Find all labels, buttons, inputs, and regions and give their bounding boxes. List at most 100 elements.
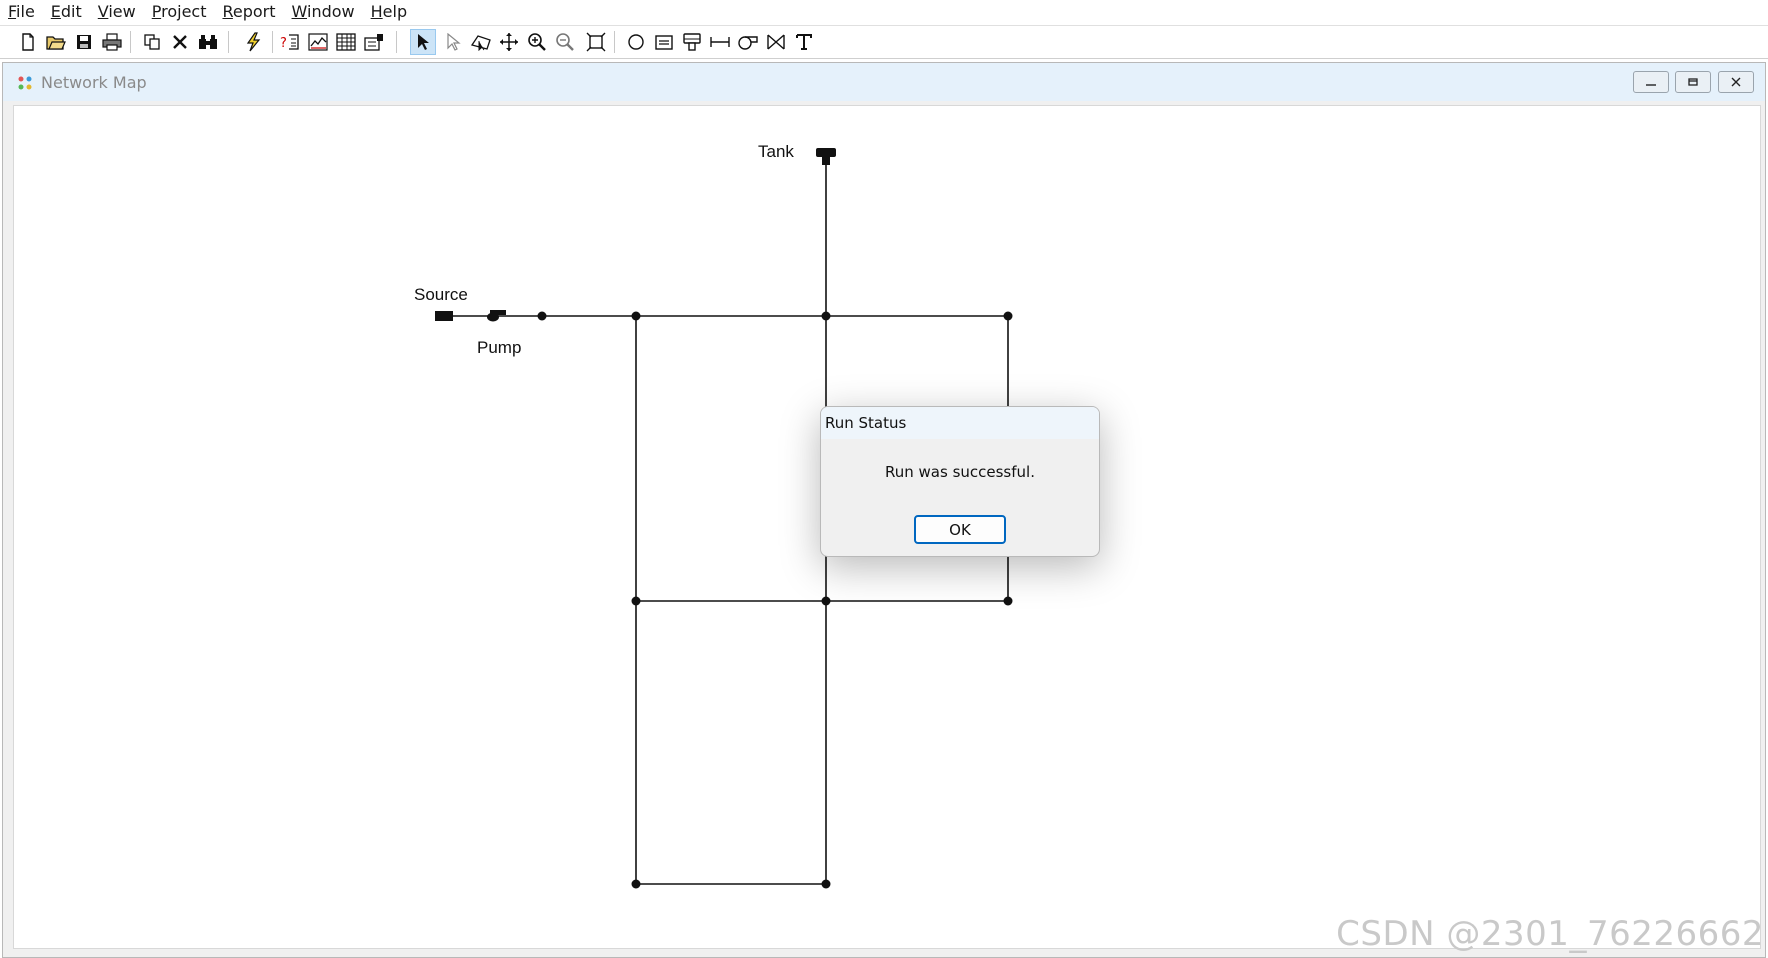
menu-window-mnemonic: W <box>291 2 307 21</box>
table-button[interactable] <box>333 29 359 55</box>
junction-node[interactable] <box>821 596 831 606</box>
menu-view[interactable]: View <box>90 0 144 24</box>
add-label-icon <box>796 34 812 50</box>
menu-help-mnemonic: H <box>370 2 383 21</box>
junction-node[interactable] <box>821 311 831 321</box>
toolbar-separator <box>228 31 229 53</box>
query-icon: ? <box>280 34 299 51</box>
minimize-button[interactable] <box>1633 71 1669 93</box>
menu-edit[interactable]: Edit <box>43 0 90 24</box>
pump-label: Pump <box>477 338 522 357</box>
window-title: Network Map <box>41 73 147 92</box>
query-button[interactable]: ? <box>277 29 303 55</box>
ok-button[interactable]: OK <box>914 515 1006 544</box>
watermark: CSDN @2301_76226662 <box>1336 914 1764 954</box>
add-pump-icon <box>738 36 758 50</box>
delete-button[interactable] <box>167 29 193 55</box>
zoom-in-icon <box>528 33 546 51</box>
svg-text:?: ? <box>280 36 287 51</box>
print-icon <box>102 33 122 51</box>
menu-window[interactable]: Window <box>284 0 363 24</box>
delete-icon <box>173 35 187 49</box>
run-button[interactable] <box>240 29 266 55</box>
junction-node[interactable] <box>1003 311 1013 321</box>
add-valve-icon <box>767 34 785 50</box>
full-extent-icon <box>586 32 606 52</box>
menu-report-label: eport <box>232 2 276 21</box>
tank-label: Tank <box>758 142 794 161</box>
add-label-button[interactable] <box>791 29 817 55</box>
add-tank-button[interactable] <box>679 29 705 55</box>
open-folder-icon <box>46 36 66 50</box>
pan-button[interactable] <box>496 29 522 55</box>
add-pipe-button[interactable] <box>707 29 733 55</box>
open-button[interactable] <box>43 29 69 55</box>
menu-help[interactable]: Help <box>363 0 415 24</box>
toolbar-separator <box>396 31 397 53</box>
toolbar-separator <box>614 31 615 53</box>
dialog-title: Run Status <box>825 414 907 432</box>
add-pump-button[interactable] <box>735 29 761 55</box>
add-junction-button[interactable] <box>623 29 649 55</box>
zoom-out-icon <box>556 33 574 51</box>
network-map-icon <box>18 76 32 90</box>
find-button[interactable] <box>195 29 221 55</box>
menu-project-mnemonic: P <box>151 2 162 21</box>
menu-project-label: roject <box>161 2 207 21</box>
menu-file[interactable]: File <box>0 0 43 24</box>
tank-node[interactable] <box>816 148 836 165</box>
menu-edit-label: dit <box>60 2 82 21</box>
options-icon <box>364 34 383 51</box>
junction-node[interactable] <box>631 596 641 606</box>
save-button[interactable] <box>71 29 97 55</box>
add-pipe-icon <box>710 37 730 47</box>
add-valve-button[interactable] <box>763 29 789 55</box>
window-titlebar[interactable]: Network Map <box>3 63 1765 101</box>
junction-node[interactable] <box>821 879 831 889</box>
junction-node[interactable] <box>537 311 547 321</box>
select-region-button[interactable] <box>468 29 494 55</box>
run-icon <box>246 32 261 52</box>
menu-project[interactable]: Project <box>144 0 215 24</box>
graph-button[interactable] <box>305 29 331 55</box>
run-status-dialog: Run Status Run was successful. OK <box>820 406 1100 557</box>
add-junction-icon <box>628 34 644 50</box>
toolbar-separator <box>130 31 131 53</box>
junction-node[interactable] <box>1003 596 1013 606</box>
copy-button[interactable] <box>139 29 165 55</box>
toolbar-separator <box>272 31 273 53</box>
select-region-icon <box>470 35 491 51</box>
new-file-button[interactable] <box>15 29 41 55</box>
select-object-icon <box>418 34 429 50</box>
options-button[interactable] <box>361 29 387 55</box>
graph-icon <box>308 33 328 51</box>
select-vertex-icon <box>447 33 461 51</box>
menu-report[interactable]: Report <box>214 0 283 24</box>
menu-view-mnemonic: V <box>97 2 109 21</box>
dialog-titlebar[interactable]: Run Status <box>821 407 1099 439</box>
close-button[interactable] <box>1718 71 1754 93</box>
zoom-out-button[interactable] <box>552 29 578 55</box>
table-icon <box>336 33 356 51</box>
zoom-in-button[interactable] <box>524 29 550 55</box>
print-button[interactable] <box>99 29 125 55</box>
minimize-icon <box>1646 84 1656 86</box>
source-reservoir-node[interactable] <box>435 311 453 321</box>
menu-help-label: elp <box>382 2 408 21</box>
pan-icon <box>500 33 518 51</box>
menu-file-mnemonic: F <box>8 2 17 21</box>
menu-edit-mnemonic: E <box>50 2 61 21</box>
menu-report-mnemonic: R <box>222 2 233 21</box>
junction-node[interactable] <box>631 311 641 321</box>
select-vertex-button[interactable] <box>440 29 466 55</box>
find-icon <box>199 35 217 49</box>
add-tank-icon <box>683 33 701 51</box>
junction-node[interactable] <box>631 879 641 889</box>
save-icon <box>77 35 91 49</box>
select-object-button[interactable] <box>410 29 436 55</box>
toolbar: ? <box>0 25 1768 59</box>
restore-button[interactable] <box>1675 71 1711 93</box>
full-extent-button[interactable] <box>583 29 609 55</box>
add-reservoir-button[interactable] <box>651 29 677 55</box>
source-label: Source <box>414 285 468 304</box>
